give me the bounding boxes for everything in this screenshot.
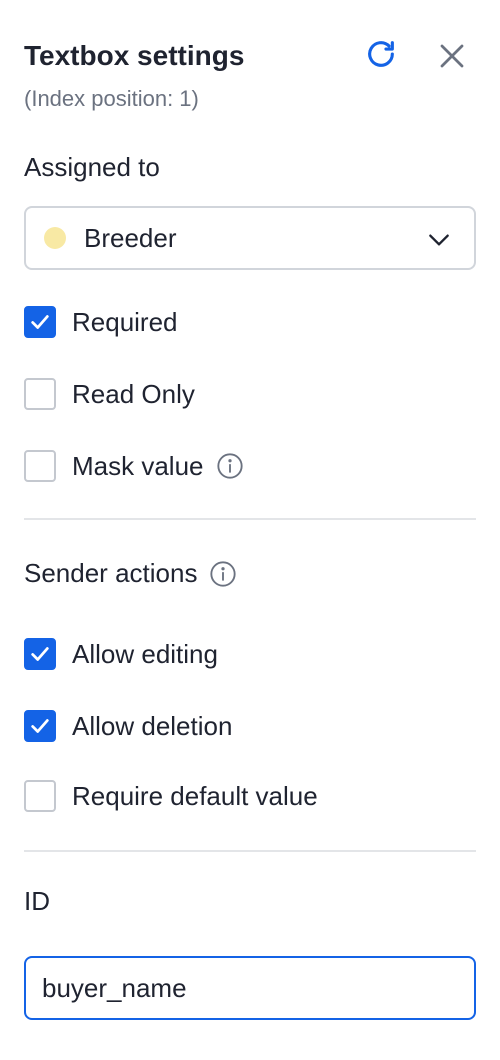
required-checkbox-row[interactable]: Required [24, 306, 178, 338]
allow-deletion-checkbox-row[interactable]: Allow deletion [24, 710, 232, 742]
require-default-value-checkbox-row[interactable]: Require default value [24, 780, 318, 812]
close-button[interactable] [434, 38, 470, 74]
read-only-checkbox-row[interactable]: Read Only [24, 378, 195, 410]
allow-deletion-label: Allow deletion [72, 710, 233, 741]
allow-deletion-checkbox[interactable] [24, 710, 56, 742]
mask-value-checkbox-row[interactable]: Mask value [24, 450, 244, 482]
info-icon[interactable] [209, 560, 237, 588]
allow-editing-checkbox-row[interactable]: Allow editing [24, 638, 218, 670]
textbox-settings-panel: Textbox settings (Index position: 1) Ass… [0, 0, 500, 1060]
refresh-button[interactable] [363, 36, 399, 72]
require-default-value-checkbox[interactable] [24, 780, 56, 812]
divider [24, 518, 476, 520]
mask-value-label: Mask value [72, 450, 204, 481]
allow-editing-label: Allow editing [72, 638, 218, 669]
assigned-to-label: Assigned to [24, 152, 160, 182]
index-position-text: (Index position: 1) [24, 86, 199, 111]
assigned-to-value: Breeder [84, 222, 177, 253]
panel-title: Textbox settings [24, 40, 245, 71]
chevron-down-icon [429, 234, 449, 246]
close-icon [440, 44, 464, 68]
required-label: Required [72, 306, 178, 337]
id-input[interactable] [24, 956, 476, 1020]
required-checkbox[interactable] [24, 306, 56, 338]
sender-actions-label: Sender actions [24, 558, 198, 588]
read-only-checkbox[interactable] [24, 378, 56, 410]
assigned-to-select[interactable]: Breeder [24, 206, 476, 270]
checkmark-icon [31, 315, 49, 329]
checkmark-icon [31, 719, 49, 733]
info-icon[interactable] [216, 452, 244, 480]
id-label: ID [24, 886, 50, 916]
sender-actions-header: Sender actions [24, 558, 237, 589]
read-only-label: Read Only [72, 378, 195, 409]
refresh-icon [368, 41, 394, 67]
allow-editing-checkbox[interactable] [24, 638, 56, 670]
require-default-value-label: Require default value [72, 780, 318, 811]
recipient-color-dot [44, 227, 66, 249]
checkmark-icon [31, 647, 49, 661]
divider [24, 850, 476, 852]
mask-value-checkbox[interactable] [24, 450, 56, 482]
